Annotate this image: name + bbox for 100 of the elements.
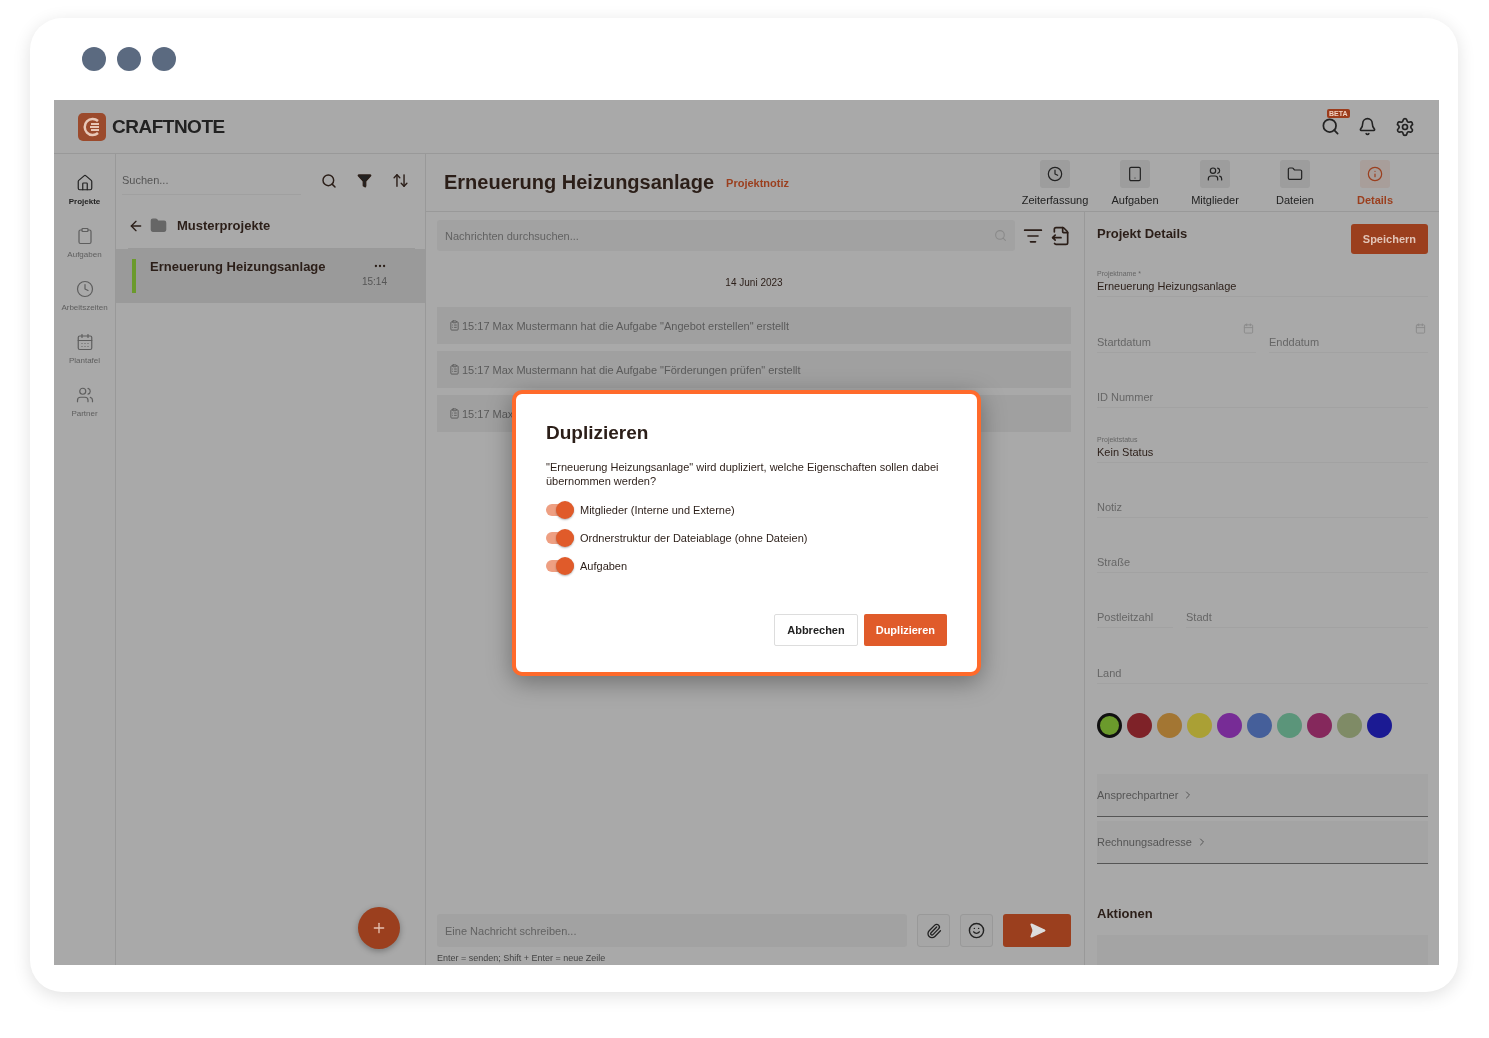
details-title: Projekt Details xyxy=(1097,226,1188,241)
send-icon xyxy=(1028,922,1046,939)
cancel-button[interactable]: Abbrechen xyxy=(774,614,858,646)
clipboard-icon xyxy=(449,320,460,331)
duplicate-button[interactable]: Duplizieren xyxy=(863,614,947,646)
option-label: Ordnerstruktur der Dateiablage (ohne Dateien) xyxy=(580,532,808,544)
message-search-field[interactable]: Nachrichten durchsuchen... xyxy=(437,220,1015,251)
dialog-title: Duplizieren xyxy=(546,422,650,444)
sort-icon[interactable] xyxy=(392,172,409,189)
smiley-icon xyxy=(968,922,985,939)
calendar-icon xyxy=(1415,323,1426,335)
form-field[interactable]: Enddatum xyxy=(1269,297,1428,353)
color-swatch[interactable] xyxy=(1277,712,1302,738)
search-field[interactable]: Suchen... xyxy=(122,166,301,195)
export-icon[interactable] xyxy=(1051,225,1071,246)
folder-icon xyxy=(150,217,167,234)
color-swatch[interactable] xyxy=(1337,712,1362,738)
nav-item[interactable]: Aufgaben xyxy=(54,227,115,259)
color-swatch[interactable] xyxy=(1157,712,1182,738)
logo-icon xyxy=(78,112,106,141)
folder-icon xyxy=(1280,159,1310,188)
window-dot xyxy=(82,47,106,71)
nav-label: Arbeitszeiten xyxy=(61,303,108,312)
tab-label: Details xyxy=(1356,193,1394,206)
nav-label: Partner xyxy=(71,409,98,418)
form-field[interactable]: Straße xyxy=(1097,518,1428,574)
toggle-switch[interactable] xyxy=(546,504,574,516)
nav-label: Aufgaben xyxy=(67,250,102,259)
attach-button[interactable] xyxy=(917,914,950,947)
calendar-icon xyxy=(75,333,94,351)
clipboard-icon xyxy=(449,408,460,419)
save-button[interactable]: Speichern xyxy=(1350,224,1428,254)
nav-item[interactable]: Partner xyxy=(54,386,115,418)
tablet-icon xyxy=(1120,159,1150,188)
nav-item[interactable]: Plantafel xyxy=(54,333,115,365)
form-field[interactable]: ID Nummer xyxy=(1097,352,1428,408)
tab[interactable]: Dateien xyxy=(1255,159,1335,206)
clock-icon xyxy=(1040,159,1070,188)
project-item[interactable]: Erneuerung Heizungsanlage 15:14 xyxy=(116,249,425,303)
color-swatch[interactable] xyxy=(1187,712,1212,738)
input-hint: Enter = senden; Shift + Enter = neue Zeile xyxy=(437,953,607,963)
color-swatch[interactable] xyxy=(1127,712,1152,738)
info-icon xyxy=(1360,159,1390,188)
window-dot xyxy=(152,47,176,71)
nav-label: Projekte xyxy=(68,197,101,206)
toggle-switch[interactable] xyxy=(546,532,574,544)
toggle-switch[interactable] xyxy=(546,560,574,572)
nav-item[interactable]: Projekte xyxy=(54,174,115,206)
search-icon xyxy=(994,229,1007,242)
project-time: 15:14 xyxy=(361,276,387,287)
send-button[interactable] xyxy=(1003,914,1071,947)
section-link[interactable]: Rechnungsadresse xyxy=(1097,821,1428,865)
color-swatch[interactable] xyxy=(1217,712,1242,738)
add-button[interactable] xyxy=(358,907,400,949)
tab[interactable]: Mitglieder xyxy=(1175,159,1255,206)
form-field[interactable]: Stadt xyxy=(1186,573,1428,629)
tab[interactable]: Zeiterfassung xyxy=(1015,159,1095,206)
window-dot xyxy=(117,47,141,71)
clipboard-icon xyxy=(449,364,460,375)
project-title: Erneuerung Heizungsanlage xyxy=(444,171,715,194)
emoji-button[interactable] xyxy=(960,914,993,947)
form-field[interactable]: Land xyxy=(1097,628,1428,684)
paperclip-icon xyxy=(925,922,942,939)
form-field[interactable]: Startdatum xyxy=(1097,297,1256,353)
project-subtitle: Projektnotiz xyxy=(726,176,789,189)
settings-icon[interactable] xyxy=(1395,116,1415,137)
clipboard-icon xyxy=(75,227,94,245)
people-icon xyxy=(75,386,94,404)
option-label: Aufgaben xyxy=(580,560,628,572)
tab-label: Zeiterfassung xyxy=(1021,193,1089,206)
color-swatch[interactable] xyxy=(1097,712,1122,738)
brand-name: CRAFTNOTE xyxy=(112,115,225,138)
project-name: Erneuerung Heizungsanlage xyxy=(150,259,327,276)
color-swatch[interactable] xyxy=(1367,712,1392,738)
filter-icon[interactable] xyxy=(357,173,372,188)
color-swatch[interactable] xyxy=(1307,712,1332,738)
tab[interactable]: Aufgaben xyxy=(1095,159,1175,206)
plus-icon xyxy=(371,920,387,936)
color-swatch[interactable] xyxy=(1247,712,1272,738)
search-button[interactable] xyxy=(1321,117,1340,136)
section-title: Aktionen xyxy=(1097,906,1154,922)
tab-label: Dateien xyxy=(1276,193,1314,206)
message-input[interactable]: Eine Nachricht schreiben... xyxy=(437,914,907,947)
dialog-text: "Erneuerung Heizungsanlage" wird dupliziert, welche Eigenschaften sollen dabei übernommen werden? xyxy=(546,460,940,488)
search-icon[interactable] xyxy=(321,172,337,189)
date-label: 14 Juni 2023 xyxy=(725,277,783,288)
calendar-icon xyxy=(1243,323,1254,335)
nav-label: Plantafel xyxy=(68,356,101,365)
message-text: 15:17 Max Mustermann hat die Aufgabe "Förderungen prüfen" erstellt xyxy=(462,363,801,376)
tab-label: Mitglieder xyxy=(1191,193,1239,206)
tab[interactable]: Details xyxy=(1335,159,1415,206)
nav-item[interactable]: Arbeitszeiten xyxy=(54,280,115,312)
message-text: 15:17 Max xyxy=(462,407,514,420)
section-link[interactable]: Ansprechpartner xyxy=(1097,773,1428,818)
bell-icon[interactable] xyxy=(1358,117,1377,136)
form-field[interactable]: Postleitzahl xyxy=(1097,573,1173,629)
form-field[interactable]: Notiz xyxy=(1097,462,1428,519)
home-icon xyxy=(75,174,94,192)
clock-icon xyxy=(75,280,94,298)
message-text: 15:17 Max Mustermann hat die Aufgabe "Angebot erstellen" erstellt xyxy=(462,319,789,332)
